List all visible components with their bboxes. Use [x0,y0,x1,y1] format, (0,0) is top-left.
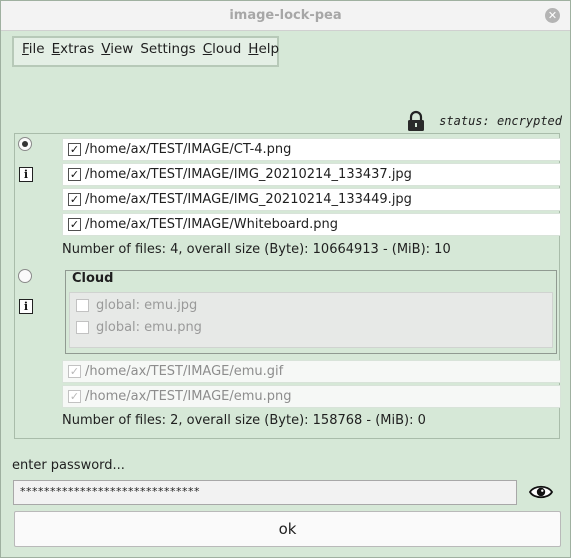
cloud-panel: Cloud global: emu.jpg global: emu.png [65,270,557,354]
cloud-checkbox [76,321,89,334]
menu-view[interactable]: View [101,41,133,57]
menu-help[interactable]: Help [248,41,279,57]
local-files-radio[interactable] [18,137,32,151]
file-row[interactable]: ✓ /home/ax/TEST/IMAGE/Whiteboard.png [62,213,561,236]
file-path: /home/ax/TEST/IMAGE/Whiteboard.png [85,217,338,232]
file-row: ✓ /home/ax/TEST/IMAGE/emu.gif [62,360,561,383]
lock-icon [408,110,425,131]
close-icon[interactable]: ✕ [545,8,560,23]
file-row[interactable]: ✓ /home/ax/TEST/IMAGE/IMG_20210214_13343… [62,163,561,186]
file-path: /home/ax/TEST/IMAGE/emu.gif [85,364,284,379]
title-bar: image-lock-pea ✕ [1,1,570,31]
file-path: /home/ax/TEST/IMAGE/IMG_20210214_133437.… [85,167,412,182]
menu-settings[interactable]: Settings [140,41,195,57]
file-path: /home/ax/TEST/IMAGE/IMG_20210214_133449.… [85,192,412,207]
file-checkbox[interactable]: ✓ [68,218,81,231]
cloud-item-label: global: emu.jpg [96,298,198,313]
cloud-list: global: emu.jpg global: emu.png [69,292,553,348]
cloud-summary: Number of files: 2, overall size (Byte):… [62,413,426,428]
file-checkbox[interactable]: ✓ [68,193,81,206]
menu-bar: File Extras View Settings Cloud Help [12,36,279,67]
cloud-item: global: emu.jpg [74,296,544,316]
file-row[interactable]: ✓ /home/ax/TEST/IMAGE/IMG_20210214_13344… [62,188,561,211]
password-field[interactable]: ****************************** [13,480,517,505]
file-checkbox: ✓ [68,390,81,403]
file-row[interactable]: ✓ /home/ax/TEST/IMAGE/CT-4.png [62,138,561,161]
cloud-files-radio[interactable] [18,269,32,283]
local-summary: Number of files: 4, overall size (Byte):… [62,242,451,257]
ok-button[interactable]: ok [14,511,561,547]
file-path: /home/ax/TEST/IMAGE/CT-4.png [85,142,292,157]
file-row: ✓ /home/ax/TEST/IMAGE/emu.png [62,385,561,408]
cloud-item-label: global: emu.png [96,320,202,335]
menu-file[interactable]: File [22,41,45,57]
status-row: status: encrypted [405,110,562,132]
menu-extras[interactable]: Extras [52,41,95,57]
cloud-checkbox [76,299,89,312]
info-icon[interactable]: i [19,299,33,314]
eye-icon[interactable] [529,483,553,501]
file-groups: i ✓ /home/ax/TEST/IMAGE/CT-4.png ✓ /home… [14,133,561,439]
file-checkbox: ✓ [68,365,81,378]
status-text: status: encrypted [439,114,562,128]
password-label: enter password... [12,458,125,473]
window-title: image-lock-pea [229,8,342,23]
cloud-title: Cloud [72,271,114,286]
file-path: /home/ax/TEST/IMAGE/emu.png [85,389,292,404]
file-checkbox[interactable]: ✓ [68,168,81,181]
menu-cloud[interactable]: Cloud [203,41,242,57]
info-icon[interactable]: i [19,167,33,182]
file-checkbox[interactable]: ✓ [68,143,81,156]
app-window: image-lock-pea ✕ File Extras View Settin… [0,0,571,558]
cloud-item: global: emu.png [74,318,544,338]
